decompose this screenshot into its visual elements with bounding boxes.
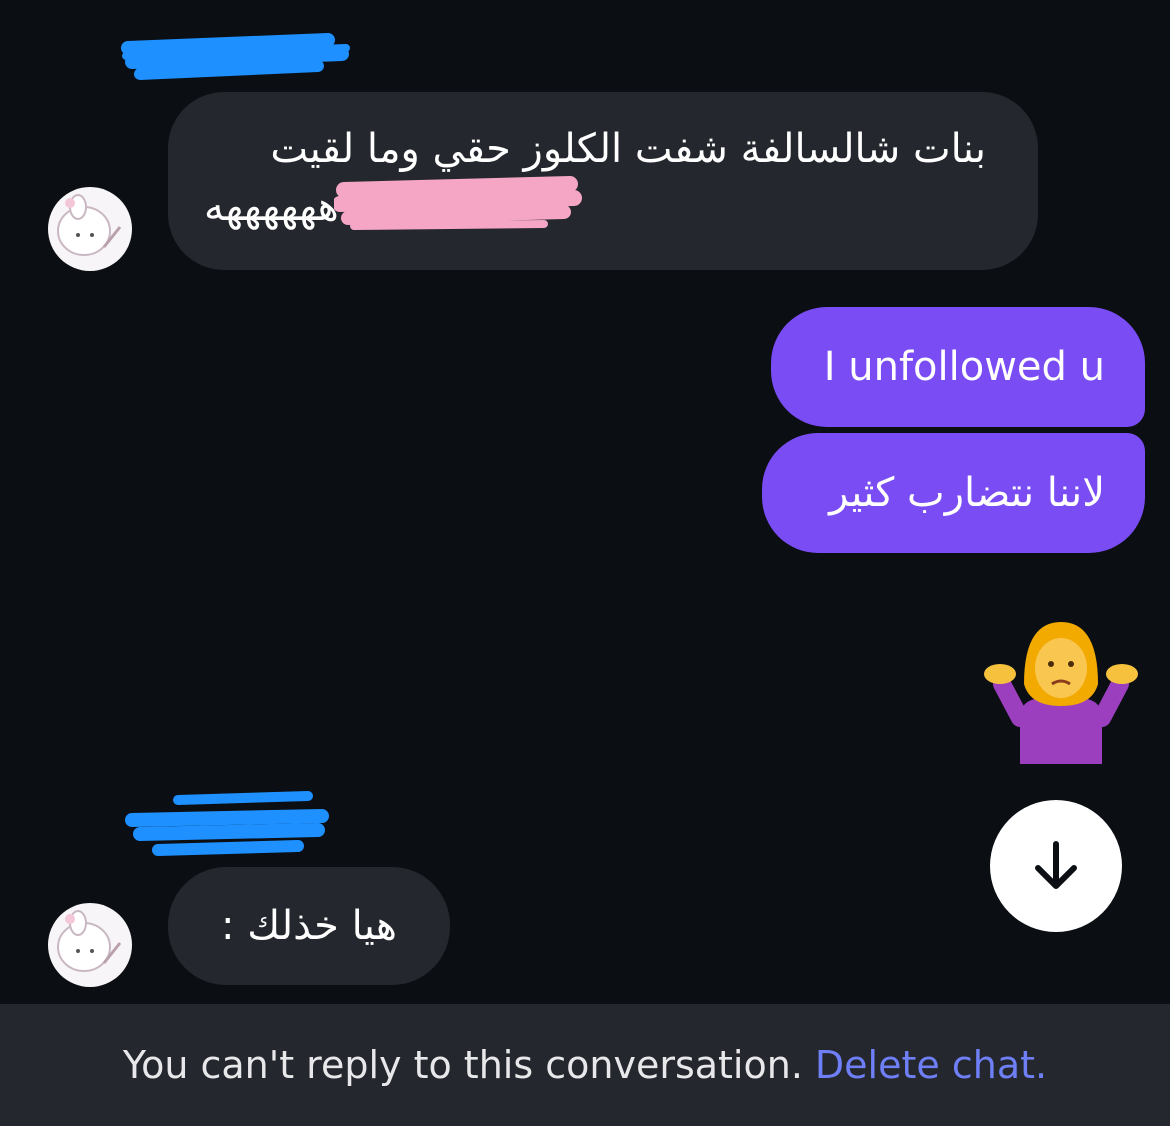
- arrow-down-icon: [1035, 841, 1077, 889]
- cannot-reply-notice: You can't reply to this conversation.: [122, 1043, 803, 1087]
- message-bubble-incoming[interactable]: بنات شالسالفة شفت الكلوز حقي وما لقيت هه…: [168, 92, 1038, 270]
- message-text: هيا خذلك :: [221, 903, 397, 949]
- scroll-to-bottom-button[interactable]: [990, 800, 1122, 932]
- redacted-sender-name: [125, 791, 329, 856]
- avatar-icon[interactable]: [48, 187, 132, 271]
- message-bubble-outgoing[interactable]: I unfollowed u: [771, 307, 1145, 427]
- message-text: بنات شالسالفة شفت الكلوز حقي وما لقيت: [270, 126, 986, 172]
- conversation-footer: You can't reply to this conversation. De…: [0, 1004, 1170, 1126]
- avatar-icon[interactable]: [48, 903, 132, 987]
- redacted-sender-name: [121, 33, 350, 80]
- message-bubble-outgoing[interactable]: لاننا نتضارب كثير: [762, 433, 1145, 553]
- delete-chat-link[interactable]: Delete chat.: [815, 1043, 1047, 1087]
- message-text-continued: ههههههه: [204, 184, 339, 230]
- message-text: لاننا نتضارب كثير: [829, 470, 1105, 516]
- message-text: I unfollowed u: [823, 344, 1105, 390]
- redacted-text: [334, 176, 582, 230]
- message-bubble-incoming[interactable]: هيا خذلك :: [168, 867, 450, 985]
- shrug-emoji-icon[interactable]: [980, 614, 1142, 764]
